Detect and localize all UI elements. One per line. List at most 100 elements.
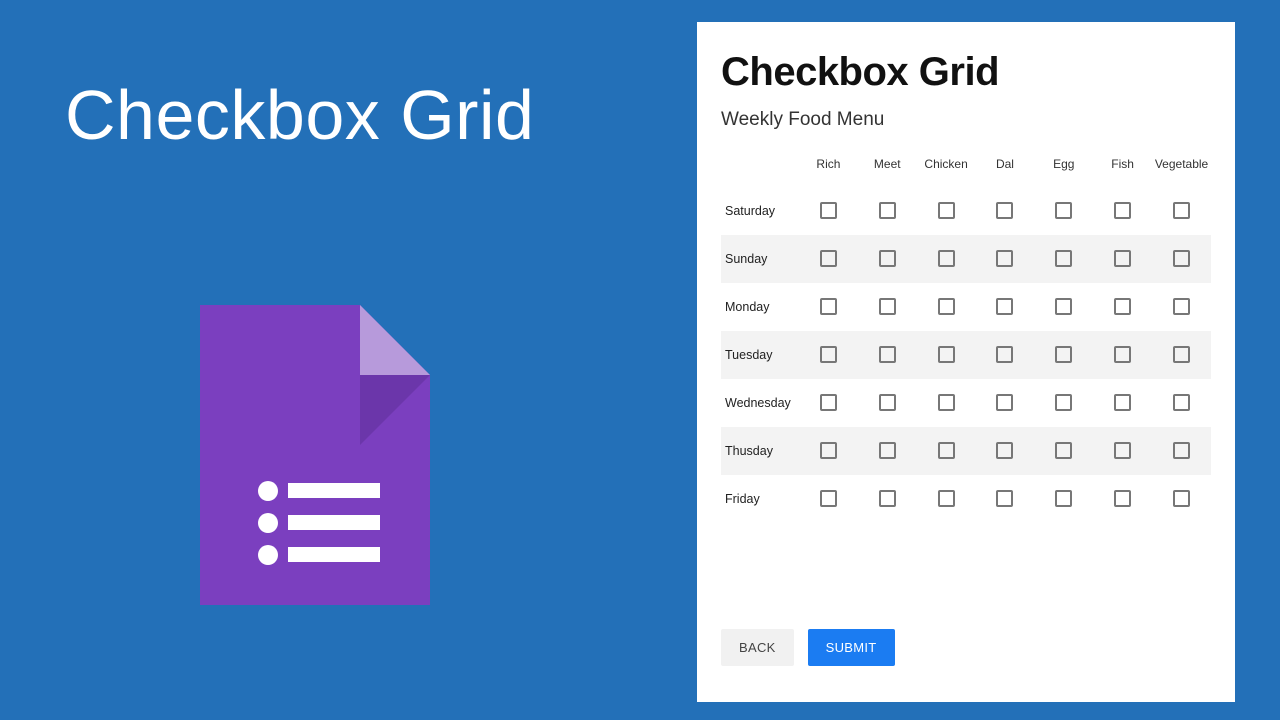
- checkbox[interactable]: [996, 298, 1013, 315]
- checkbox[interactable]: [996, 394, 1013, 411]
- grid-corner: [721, 149, 799, 187]
- checkbox[interactable]: [1173, 250, 1190, 267]
- form-actions: BACK SUBMIT: [721, 629, 895, 666]
- col-header: Vegetable: [1152, 149, 1211, 187]
- col-header: Dal: [976, 149, 1035, 187]
- checkbox[interactable]: [820, 490, 837, 507]
- grid-cell: [1152, 187, 1211, 235]
- checkbox[interactable]: [1114, 346, 1131, 363]
- grid-cell: [1034, 379, 1093, 427]
- checkbox[interactable]: [1173, 346, 1190, 363]
- checkbox[interactable]: [879, 394, 896, 411]
- checkbox[interactable]: [1055, 490, 1072, 507]
- grid-cell: [917, 283, 976, 331]
- grid-cell: [1093, 187, 1152, 235]
- checkbox[interactable]: [938, 298, 955, 315]
- checkbox[interactable]: [1114, 202, 1131, 219]
- grid-cell: [1034, 427, 1093, 475]
- grid-cell: [1034, 475, 1093, 523]
- grid-cell: [1034, 331, 1093, 379]
- checkbox[interactable]: [1173, 394, 1190, 411]
- checkbox[interactable]: [996, 442, 1013, 459]
- grid-cell: [976, 235, 1035, 283]
- grid-row: Tuesday: [721, 331, 1211, 379]
- checkbox[interactable]: [820, 250, 837, 267]
- checkbox[interactable]: [1114, 490, 1131, 507]
- checkbox[interactable]: [938, 250, 955, 267]
- checkbox[interactable]: [938, 442, 955, 459]
- checkbox[interactable]: [820, 202, 837, 219]
- grid-cell: [799, 187, 858, 235]
- checkbox[interactable]: [1055, 298, 1072, 315]
- grid-cell: [976, 283, 1035, 331]
- checkbox[interactable]: [879, 250, 896, 267]
- grid-cell: [1093, 235, 1152, 283]
- checkbox[interactable]: [1173, 298, 1190, 315]
- row-label: Friday: [721, 475, 799, 523]
- grid-cell: [1093, 475, 1152, 523]
- grid-cell: [858, 283, 917, 331]
- checkbox[interactable]: [1173, 442, 1190, 459]
- checkbox[interactable]: [879, 298, 896, 315]
- back-button[interactable]: BACK: [721, 629, 794, 666]
- grid-cell: [1152, 427, 1211, 475]
- grid-cell: [1093, 427, 1152, 475]
- submit-button[interactable]: SUBMIT: [808, 629, 895, 666]
- grid-cell: [1034, 187, 1093, 235]
- row-label: Monday: [721, 283, 799, 331]
- row-label: Sunday: [721, 235, 799, 283]
- col-header: Fish: [1093, 149, 1152, 187]
- checkbox[interactable]: [1055, 442, 1072, 459]
- grid-cell: [917, 235, 976, 283]
- checkbox[interactable]: [996, 346, 1013, 363]
- grid-cell: [799, 427, 858, 475]
- checkbox[interactable]: [1055, 250, 1072, 267]
- grid-cell: [976, 427, 1035, 475]
- checkbox[interactable]: [996, 202, 1013, 219]
- grid-cell: [976, 379, 1035, 427]
- checkbox[interactable]: [1114, 394, 1131, 411]
- grid-cell: [1093, 283, 1152, 331]
- grid-cell: [858, 379, 917, 427]
- checkbox[interactable]: [879, 346, 896, 363]
- checkbox[interactable]: [820, 298, 837, 315]
- grid-cell: [917, 475, 976, 523]
- checkbox[interactable]: [1055, 346, 1072, 363]
- checkbox[interactable]: [1173, 490, 1190, 507]
- checkbox[interactable]: [1114, 298, 1131, 315]
- checkbox[interactable]: [1055, 394, 1072, 411]
- checkbox[interactable]: [820, 346, 837, 363]
- grid-cell: [976, 187, 1035, 235]
- grid-cell: [799, 379, 858, 427]
- grid-cell: [858, 235, 917, 283]
- grid-cell: [917, 331, 976, 379]
- checkbox[interactable]: [938, 394, 955, 411]
- grid-cell: [799, 235, 858, 283]
- checkbox[interactable]: [938, 490, 955, 507]
- grid-cell: [799, 283, 858, 331]
- grid-row: Sunday: [721, 235, 1211, 283]
- hero-title: Checkbox Grid: [65, 75, 534, 155]
- checkbox[interactable]: [1114, 250, 1131, 267]
- col-header: Chicken: [917, 149, 976, 187]
- checkbox[interactable]: [996, 490, 1013, 507]
- checkbox[interactable]: [879, 490, 896, 507]
- checkbox[interactable]: [879, 202, 896, 219]
- checkbox[interactable]: [820, 394, 837, 411]
- grid-cell: [1152, 235, 1211, 283]
- checkbox[interactable]: [1114, 442, 1131, 459]
- grid-cell: [976, 331, 1035, 379]
- grid-row: Wednesday: [721, 379, 1211, 427]
- checkbox[interactable]: [820, 442, 837, 459]
- col-header: Meet: [858, 149, 917, 187]
- grid-cell: [976, 475, 1035, 523]
- checkbox[interactable]: [938, 346, 955, 363]
- checkbox[interactable]: [996, 250, 1013, 267]
- checkbox[interactable]: [938, 202, 955, 219]
- checkbox-grid: Rich Meet Chicken Dal Egg Fish Vegetable…: [721, 149, 1211, 523]
- grid-row: Monday: [721, 283, 1211, 331]
- grid-cell: [1093, 331, 1152, 379]
- checkbox[interactable]: [1055, 202, 1072, 219]
- checkbox[interactable]: [879, 442, 896, 459]
- checkbox[interactable]: [1173, 202, 1190, 219]
